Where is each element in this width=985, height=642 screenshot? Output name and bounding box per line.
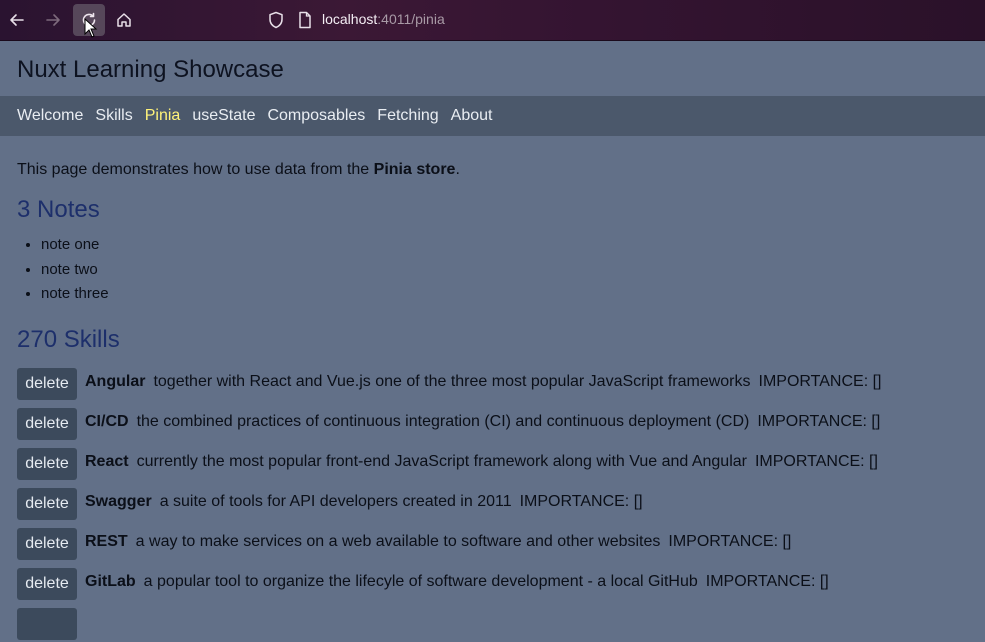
main-content: This page demonstrates how to use data f… xyxy=(17,136,967,640)
delete-button[interactable] xyxy=(17,608,77,640)
notes-list: note one note two note three xyxy=(17,233,109,307)
site-header: Nuxt Learning Showcase xyxy=(0,41,985,96)
intro-text: This page demonstrates how to use data f… xyxy=(17,161,967,179)
back-button[interactable] xyxy=(1,4,33,36)
url-bar[interactable]: localhost:4011/pinia xyxy=(322,11,445,27)
nav-welcome[interactable]: Welcome xyxy=(17,107,83,125)
skills-list: delete Angular together with React and V… xyxy=(17,362,881,642)
nav-skills[interactable]: Skills xyxy=(95,107,132,125)
delete-button[interactable]: delete xyxy=(17,448,77,480)
skill-description: together with React and Vue.js one of th… xyxy=(153,373,751,390)
mouse-cursor-icon xyxy=(84,18,98,38)
page-icon[interactable] xyxy=(296,10,314,30)
url-path: :4011/pinia xyxy=(377,11,445,27)
skill-name: GitLab xyxy=(85,573,136,590)
skill-name: REST xyxy=(85,533,128,550)
list-item: note two xyxy=(41,258,109,283)
skill-name: React xyxy=(85,453,129,470)
skill-row: delete GitLab a popular tool to organize… xyxy=(17,562,881,602)
nav-about[interactable]: About xyxy=(451,107,493,125)
intro-bold: Pinia store xyxy=(373,161,456,178)
delete-button[interactable]: delete xyxy=(17,408,77,440)
skill-description: a way to make services on a web availabl… xyxy=(135,533,661,550)
forward-button[interactable] xyxy=(37,4,69,36)
skill-description: a popular tool to organize the lifecyle … xyxy=(143,573,698,590)
home-icon xyxy=(117,13,131,27)
skill-description: a suite of tools for API developers crea… xyxy=(159,493,512,510)
skill-row xyxy=(17,602,881,642)
skill-row: delete Angular together with React and V… xyxy=(17,362,881,402)
skill-importance: IMPORTANCE: [] xyxy=(758,373,882,390)
skill-row: delete REST a way to make services on a … xyxy=(17,522,881,562)
nav-composables[interactable]: Composables xyxy=(267,107,365,125)
notes-heading: 3 Notes xyxy=(17,196,100,223)
skill-importance: IMPORTANCE: [] xyxy=(668,533,792,550)
skill-name: Angular xyxy=(85,373,146,390)
arrow-right-icon xyxy=(46,14,60,26)
main-nav: Welcome Skills Pinia useState Composable… xyxy=(0,96,985,136)
list-item: note three xyxy=(41,282,109,307)
intro-suffix: . xyxy=(455,161,460,178)
nav-pinia[interactable]: Pinia xyxy=(145,107,181,125)
skill-name: CI/CD xyxy=(85,413,129,430)
skill-importance: IMPORTANCE: [] xyxy=(757,413,881,430)
delete-button[interactable]: delete xyxy=(17,528,77,560)
skills-heading: 270 Skills xyxy=(17,326,120,353)
delete-button[interactable]: delete xyxy=(17,368,77,400)
list-item: note one xyxy=(41,233,109,258)
site-title: Nuxt Learning Showcase xyxy=(17,56,284,83)
url-host: localhost xyxy=(322,11,378,27)
browser-toolbar: localhost:4011/pinia xyxy=(0,0,985,41)
nav-fetching[interactable]: Fetching xyxy=(377,107,438,125)
skill-importance: IMPORTANCE: [] xyxy=(519,493,643,510)
arrow-left-icon xyxy=(10,14,24,26)
skill-description: currently the most popular front-end Jav… xyxy=(136,453,747,470)
nav-usestate[interactable]: useState xyxy=(192,107,255,125)
intro-prefix: This page demonstrates how to use data f… xyxy=(17,161,374,178)
skill-row: delete Swagger a suite of tools for API … xyxy=(17,482,881,522)
delete-button[interactable]: delete xyxy=(17,488,77,520)
skill-description: the combined practices of continuous int… xyxy=(136,413,750,430)
skill-name: Swagger xyxy=(85,493,152,510)
skill-importance: IMPORTANCE: [] xyxy=(705,573,829,590)
skill-row: delete CI/CD the combined practices of c… xyxy=(17,402,881,442)
shield-icon[interactable] xyxy=(266,10,286,30)
skill-importance: IMPORTANCE: [] xyxy=(754,453,878,470)
home-button[interactable] xyxy=(108,4,140,36)
delete-button[interactable]: delete xyxy=(17,568,77,600)
skill-row: delete React currently the most popular … xyxy=(17,442,881,482)
